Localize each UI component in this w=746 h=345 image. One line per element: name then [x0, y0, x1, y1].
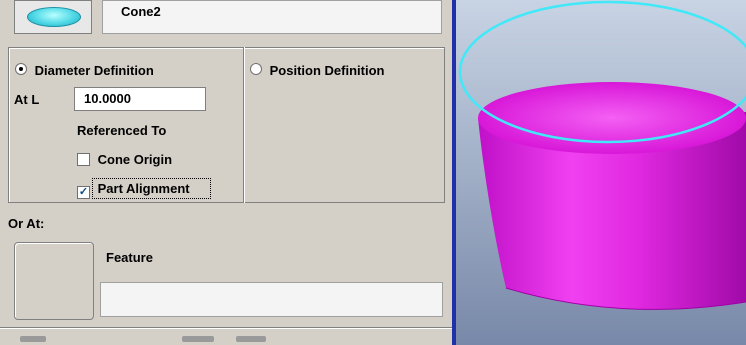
feature-field[interactable] — [100, 282, 443, 317]
at-l-label: At L — [14, 92, 40, 107]
toolbar-fragment — [20, 336, 46, 342]
position-definition-label: Position Definition — [269, 63, 385, 78]
cone-model[interactable] — [478, 82, 746, 310]
feature-select-button[interactable] — [14, 242, 94, 320]
definition-divider — [243, 47, 245, 203]
toolbar-fragment — [182, 336, 214, 342]
checkbox-checked-icon: ✓ — [77, 186, 90, 199]
feature-name-field[interactable]: Cone2 — [102, 0, 442, 34]
at-l-input[interactable]: 10.0000 — [74, 87, 206, 111]
focus-rectangle — [92, 178, 211, 199]
cone-icon — [27, 7, 81, 27]
cone-feature-button[interactable] — [14, 0, 92, 34]
3d-viewport[interactable] — [456, 0, 746, 345]
feature-name-value: Cone2 — [121, 4, 161, 19]
or-at-label: Or At: — [8, 216, 45, 231]
at-l-value: 10.0000 — [84, 91, 131, 106]
checkbox-unchecked-icon — [77, 153, 90, 166]
position-definition-radio[interactable]: Position Definition — [250, 63, 384, 78]
diameter-definition-radio[interactable]: Diameter Definition — [15, 63, 154, 78]
diameter-definition-label: Diameter Definition — [34, 63, 154, 78]
cone-origin-label: Cone Origin — [97, 152, 173, 167]
radio-selected-icon — [15, 63, 27, 75]
radio-unselected-icon — [250, 63, 262, 75]
toolbar-fragment — [236, 336, 266, 342]
referenced-to-label: Referenced To — [77, 123, 167, 138]
cone-origin-checkbox[interactable]: Cone Origin — [77, 152, 172, 167]
bottom-toolbar-strip — [0, 329, 453, 345]
feature-label: Feature — [106, 250, 153, 265]
